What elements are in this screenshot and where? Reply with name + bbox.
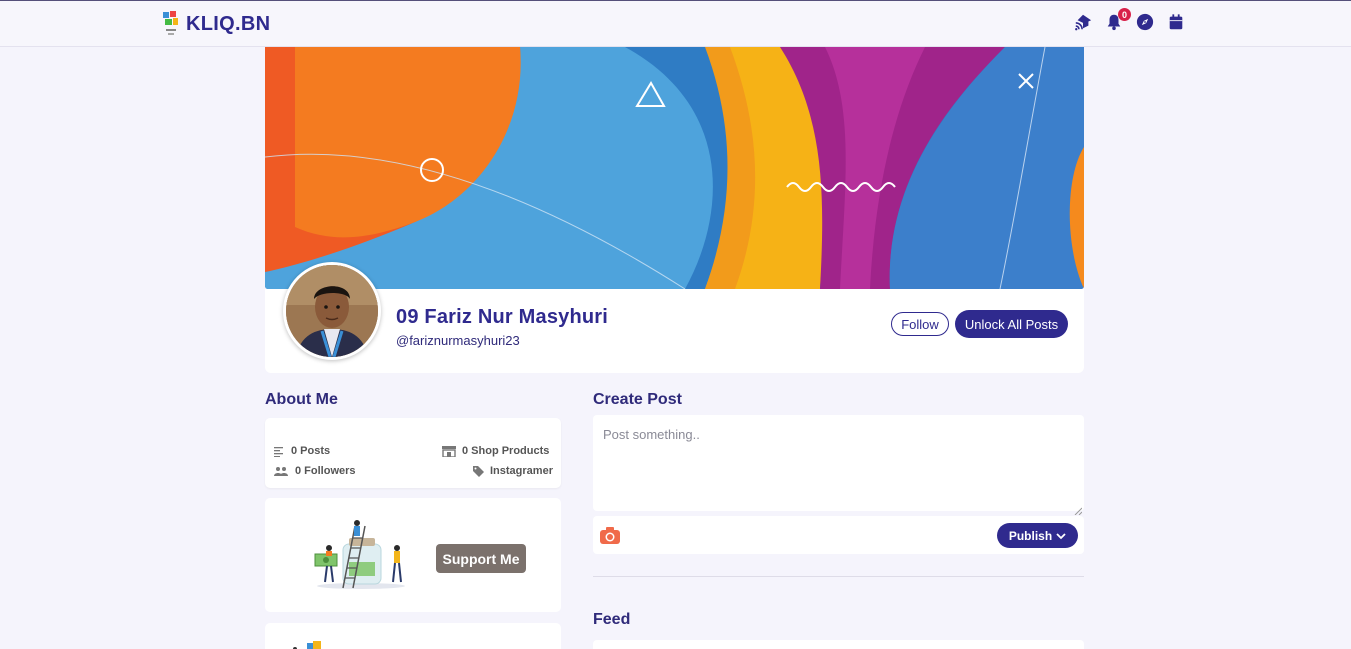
posts-count: 0 Posts — [291, 445, 331, 457]
cover-image — [265, 47, 1084, 289]
resize-handle-icon[interactable] — [1074, 502, 1083, 516]
feed-icon[interactable] — [1074, 11, 1092, 33]
notification-badge: 0 — [1118, 8, 1131, 21]
create-post-heading: Create Post — [593, 391, 682, 408]
tag-icon — [473, 465, 484, 477]
brand-logo-icon — [162, 10, 180, 38]
publish-button[interactable]: Publish — [997, 523, 1078, 548]
posts-stat: 0 Posts — [274, 445, 330, 457]
feed-card — [593, 640, 1084, 649]
shop-card — [265, 623, 561, 649]
follow-button[interactable]: Follow — [891, 312, 949, 336]
post-textarea[interactable] — [593, 415, 1084, 511]
shop-illustration — [293, 641, 321, 649]
calendar-icon[interactable] — [1167, 11, 1185, 33]
store-icon — [442, 445, 456, 457]
publish-label: Publish — [1008, 528, 1053, 543]
brand-name: KLIQ.BN — [186, 12, 271, 35]
followers-stat: 0 Followers — [274, 465, 356, 477]
top-navbar: KLIQ.BN 0 — [0, 0, 1351, 47]
unlock-all-posts-button[interactable]: Unlock All Posts — [955, 310, 1068, 338]
shop-products-stat: 0 Shop Products — [442, 445, 549, 457]
feed-heading: Feed — [593, 611, 631, 628]
category-stat: Instagramer — [473, 465, 553, 477]
profile-name: 09 Fariz Nur Masyhuri — [396, 306, 609, 328]
category-label: Instagramer — [490, 465, 553, 477]
support-me-button[interactable]: Support Me — [436, 544, 526, 573]
about-me-heading: About Me — [265, 391, 338, 408]
camera-icon[interactable] — [599, 526, 621, 545]
chevron-down-icon — [1056, 529, 1066, 543]
shop-products-count: 0 Shop Products — [462, 445, 550, 457]
users-icon — [274, 466, 289, 477]
brand-link[interactable]: KLIQ.BN — [162, 10, 270, 38]
list-icon — [274, 446, 285, 457]
bell-icon[interactable]: 0 — [1105, 8, 1131, 33]
section-divider — [593, 576, 1084, 577]
followers-count: 0 Followers — [295, 465, 356, 477]
compass-icon[interactable] — [1136, 11, 1154, 33]
profile-handle: @fariznurmasyhuri23 — [396, 333, 520, 348]
donation-illustration — [314, 520, 405, 589]
avatar — [283, 262, 381, 360]
